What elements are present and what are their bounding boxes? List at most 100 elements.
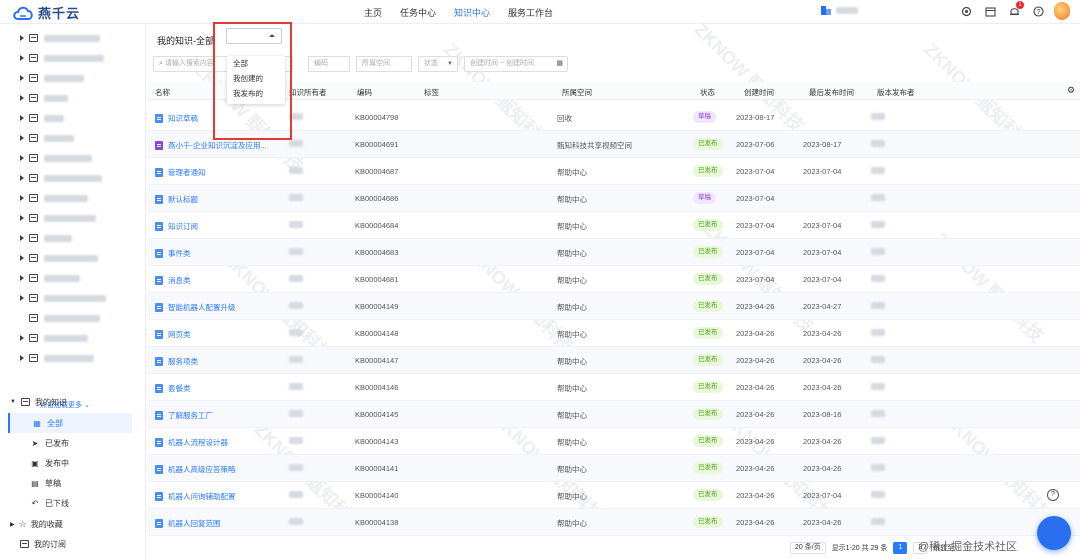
table-row[interactable]: 服务项类 KB00004147 帮助中心 已发布 2023-04-26 2023-04-2… bbox=[147, 347, 1080, 374]
expand-arrow-icon[interactable] bbox=[20, 355, 24, 361]
knowledge-title-link[interactable]: 知识订阅 bbox=[155, 221, 198, 232]
knowledge-title-link[interactable]: 智能机器人配置升级 bbox=[155, 302, 236, 313]
tree-folder[interactable] bbox=[0, 48, 146, 68]
nav-task-center[interactable]: 任务中心 bbox=[400, 6, 436, 19]
expand-arrow-icon[interactable] bbox=[20, 295, 24, 301]
expand-arrow-icon[interactable] bbox=[20, 175, 24, 181]
table-settings-icon[interactable]: ⚙ bbox=[1067, 85, 1075, 96]
knowledge-title-link[interactable]: 机器人回复范围 bbox=[155, 518, 221, 529]
expand-arrow-icon[interactable] bbox=[20, 115, 24, 121]
page-1-button[interactable]: 1 bbox=[893, 542, 908, 554]
table-row[interactable]: 机器人回复范围 KB00004138 帮助中心 已发布 2023-04-26 2023-0… bbox=[147, 509, 1080, 536]
nav-service-workbench[interactable]: 服务工作台 bbox=[508, 6, 553, 19]
table-row[interactable]: 默认标题 KB00004686 帮助中心 草稿 2023-07-04 bbox=[147, 185, 1080, 212]
expand-arrow-icon[interactable] bbox=[20, 275, 24, 281]
tree-folder[interactable] bbox=[0, 348, 146, 368]
created-date-range[interactable]: 创建时间 ~ 创建时间 ▦ bbox=[464, 56, 568, 72]
knowledge-title-link[interactable]: 管理者通知 bbox=[155, 167, 206, 178]
column-header-last-published[interactable]: 最后发布时间 bbox=[809, 87, 854, 98]
expand-arrow-icon[interactable] bbox=[20, 35, 24, 41]
table-row[interactable]: 消息类 KB00004681 帮助中心 已发布 2023-07-04 2023-07-04 bbox=[147, 266, 1080, 293]
expand-arrow-icon[interactable] bbox=[20, 75, 24, 81]
knowledge-title-link[interactable]: 事件类 bbox=[155, 248, 191, 259]
expand-arrow-icon[interactable]: ▶ bbox=[10, 521, 15, 528]
column-header-space[interactable]: 所属空间 bbox=[562, 87, 592, 98]
status-filter[interactable]: 状态 ▼ bbox=[418, 56, 458, 72]
tree-folder[interactable] bbox=[0, 108, 146, 128]
knowledge-title-link[interactable]: 套餐类 bbox=[155, 383, 191, 394]
table-row[interactable]: 知识订阅 KB00004684 帮助中心 已发布 2023-07-04 2023-07-0… bbox=[147, 212, 1080, 239]
tree-folder[interactable] bbox=[0, 28, 146, 48]
space-filter[interactable]: 所属空间 bbox=[356, 56, 412, 72]
table-row[interactable]: 机器人问询辅助配置 KB00004140 帮助中心 已发布 2023-04-26 2023… bbox=[147, 482, 1080, 509]
expand-arrow-icon[interactable] bbox=[20, 135, 24, 141]
nav-knowledge-center[interactable]: 知识中心 bbox=[454, 6, 490, 19]
column-header-code[interactable]: 编码 bbox=[357, 87, 372, 98]
sidebar-item-draft[interactable]: ▤ 草稿 bbox=[8, 473, 132, 493]
table-row[interactable]: 智能机器人配置升级 KB00004149 帮助中心 已发布 2023-04-26 2023… bbox=[147, 293, 1080, 320]
tree-folder[interactable] bbox=[0, 328, 146, 348]
table-row[interactable]: 管理者通知 KB00004687 帮助中心 已发布 2023-07-04 2023-07-… bbox=[147, 158, 1080, 185]
nav-home[interactable]: 主页 bbox=[364, 6, 382, 19]
column-header-owner[interactable]: 知识所有者 bbox=[289, 87, 327, 98]
tree-folder[interactable] bbox=[0, 288, 146, 308]
knowledge-title-link[interactable]: 了解服务工厂 bbox=[155, 410, 213, 421]
column-header-created[interactable]: 创建时间 bbox=[744, 87, 774, 98]
tree-folder[interactable] bbox=[0, 308, 146, 328]
expand-arrow-icon[interactable] bbox=[20, 195, 24, 201]
calendar-icon[interactable] bbox=[982, 3, 998, 19]
expand-arrow-icon[interactable] bbox=[20, 55, 24, 61]
table-row[interactable]: 机器人流程设计器 KB00004143 帮助中心 已发布 2023-04-26 2023-… bbox=[147, 428, 1080, 455]
knowledge-title-link[interactable]: 知识草稿 bbox=[155, 113, 198, 124]
column-header-tags[interactable]: 标签 bbox=[424, 87, 439, 98]
knowledge-title-link[interactable]: 机器人流程设计器 bbox=[155, 437, 228, 448]
code-filter[interactable]: 编码 bbox=[308, 56, 350, 72]
knowledge-title-link[interactable]: 机器人问询辅助配置 bbox=[155, 491, 236, 502]
knowledge-title-link[interactable]: 燕小千-企业知识沉淀及应用... bbox=[155, 140, 267, 151]
tenant-switcher[interactable] bbox=[820, 4, 858, 16]
column-header-status[interactable]: 状态 bbox=[700, 87, 715, 98]
floating-assistant-button[interactable] bbox=[1037, 516, 1071, 550]
tree-folder[interactable] bbox=[0, 268, 146, 288]
collapse-arrow-icon[interactable]: ▼ bbox=[10, 399, 16, 405]
tree-folder[interactable] bbox=[0, 208, 146, 228]
sidebar-item-all[interactable]: ▦ 全部 bbox=[8, 413, 132, 433]
tree-folder[interactable] bbox=[0, 168, 146, 188]
app-logo[interactable]: 燕千云 bbox=[12, 3, 80, 22]
help-icon[interactable]: ? bbox=[1047, 489, 1059, 501]
table-row[interactable]: 了解服务工厂 KB00004145 帮助中心 已发布 2023-04-26 2023-08… bbox=[147, 401, 1080, 428]
knowledge-title-link[interactable]: 网页类 bbox=[155, 329, 191, 340]
expand-arrow-icon[interactable] bbox=[20, 95, 24, 101]
table-row[interactable]: 事件类 KB00004683 帮助中心 已发布 2023-07-04 2023-07-04 bbox=[147, 239, 1080, 266]
table-row[interactable]: 套餐类 KB00004146 帮助中心 已发布 2023-04-26 2023-04-26 bbox=[147, 374, 1080, 401]
page-size-select[interactable]: 20 条/页 bbox=[790, 542, 826, 554]
my-subscriptions-section[interactable]: 我的订阅 bbox=[0, 534, 146, 554]
sidebar-item-offline[interactable]: ↶ 已下线 bbox=[8, 493, 132, 513]
tree-folder[interactable] bbox=[0, 188, 146, 208]
notification-bell-icon[interactable]: 1 bbox=[1006, 1, 1024, 19]
tree-folder[interactable] bbox=[0, 228, 146, 248]
expand-arrow-icon[interactable] bbox=[20, 215, 24, 221]
tree-folder[interactable] bbox=[0, 88, 146, 108]
table-row[interactable]: 机器人高级应答策略 KB00004141 帮助中心 已发布 2023-04-26 2023… bbox=[147, 455, 1080, 482]
sidebar-item-published[interactable]: ➤ 已发布 bbox=[8, 433, 132, 453]
my-knowledge-section[interactable]: ▼ 我的知识 bbox=[0, 392, 146, 412]
tree-folder[interactable] bbox=[0, 128, 146, 148]
knowledge-title-link[interactable]: 消息类 bbox=[155, 275, 191, 286]
my-favorites-section[interactable]: ▶ ☆ 我的收藏 bbox=[0, 514, 146, 534]
table-row[interactable]: 网页类 KB00004148 帮助中心 已发布 2023-04-26 2023-04-26 bbox=[147, 320, 1080, 347]
knowledge-title-link[interactable]: 服务项类 bbox=[155, 356, 198, 367]
knowledge-title-link[interactable]: 默认标题 bbox=[155, 194, 198, 205]
user-avatar[interactable] bbox=[1054, 2, 1070, 20]
tree-folder[interactable] bbox=[0, 68, 146, 88]
expand-arrow-icon[interactable] bbox=[20, 255, 24, 261]
knowledge-title-link[interactable]: 机器人高级应答策略 bbox=[155, 464, 236, 475]
expand-arrow-icon[interactable] bbox=[20, 155, 24, 161]
tree-folder[interactable] bbox=[0, 148, 146, 168]
column-header-name[interactable]: 名称 bbox=[155, 87, 170, 98]
tree-folder[interactable] bbox=[0, 248, 146, 268]
sidebar-item-publishing[interactable]: ▣ 发布中 bbox=[8, 453, 132, 473]
expand-arrow-icon[interactable] bbox=[20, 235, 24, 241]
column-header-version-publisher[interactable]: 版本发布者 bbox=[877, 87, 915, 98]
help-icon[interactable]: ? bbox=[1030, 3, 1046, 19]
